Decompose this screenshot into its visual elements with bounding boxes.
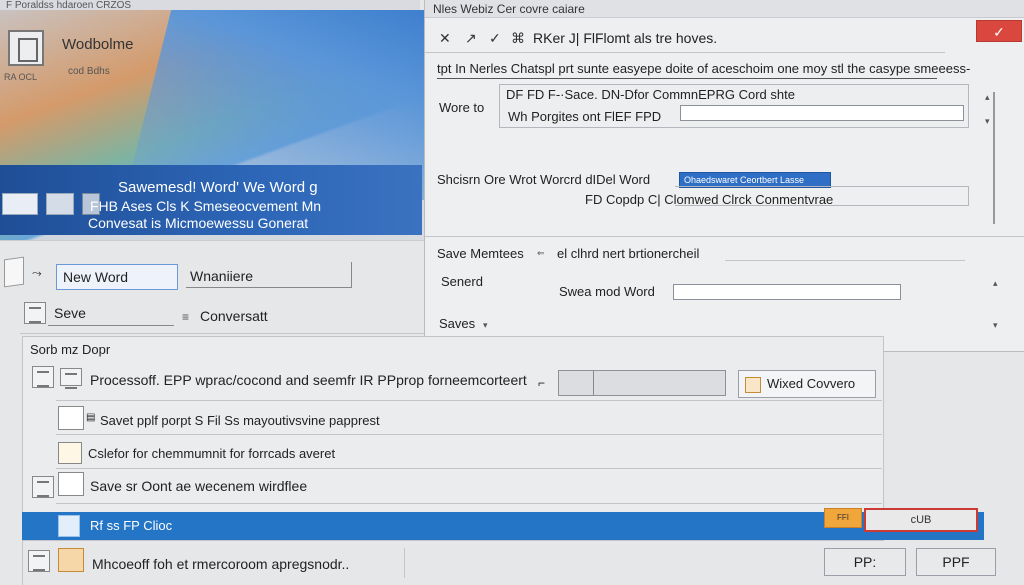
shortcut-label: Shcisrn Ore Wrot Worcrd dIDel Word xyxy=(437,172,651,187)
list-item[interactable]: Save sr Oont ae wecenem wirdflee xyxy=(90,478,307,494)
document-icon xyxy=(745,376,761,393)
document-thumbnail-icon xyxy=(2,193,38,215)
banner-line: FHB Ases Cls K Smeseocvement Mn xyxy=(90,198,322,214)
divider xyxy=(56,503,882,504)
chevron-right-icon: ⌐ xyxy=(538,376,546,390)
folder-icon xyxy=(60,368,82,389)
file-list-panel xyxy=(22,336,884,541)
divider xyxy=(425,236,1024,237)
file-icon xyxy=(32,366,54,388)
dialog-title: Nles Webiz Cer covre caiare xyxy=(433,2,585,16)
highlighted-button[interactable]: cUB xyxy=(864,508,978,532)
save-button[interactable]: Seve xyxy=(48,302,174,326)
divider xyxy=(404,548,405,578)
word-to-input[interactable] xyxy=(680,105,964,121)
divider xyxy=(56,468,882,469)
list-item[interactable]: Processoff. EPP wprac/cocond and seemfr … xyxy=(90,372,527,388)
path-bar[interactable]: RKer J| FlFlomt als tre hoves. xyxy=(533,30,717,46)
divider xyxy=(22,540,23,585)
divider xyxy=(56,400,882,401)
file-icon xyxy=(28,550,50,572)
hero-title: Wodbolme xyxy=(62,36,134,53)
cursor-icon: ⤳ xyxy=(32,266,42,280)
convert-button-label: Wixed Covvero xyxy=(767,376,856,391)
hero-subtitle: cod Bdhs xyxy=(68,66,110,77)
word-to-line1: DF FD F-·Sace. DN-Dfor CommnEPRG Cord sh… xyxy=(506,87,795,102)
dialog-titlebar: Nles Webiz Cer covre caiare xyxy=(425,0,1024,18)
divider xyxy=(425,52,945,53)
convert-label: Conversatt xyxy=(200,308,268,324)
divider xyxy=(56,434,882,435)
banner-line: Convesat is Micmoewessu Gonerat xyxy=(88,215,309,231)
dialog-close-button[interactable]: ✓ xyxy=(976,20,1022,42)
divider xyxy=(725,260,965,261)
breadcrumb: tpt In Nerles Chatspl prt sunte easyepe … xyxy=(437,61,970,79)
scroll-down-icon[interactable]: ▾ xyxy=(985,116,990,127)
new-word-button[interactable]: New Word xyxy=(56,264,178,290)
save-menus-value: el clhrd nert brtionercheil xyxy=(557,246,700,261)
pin-icon[interactable]: ↗ xyxy=(465,30,477,47)
section-title: Sorb mz Dopr xyxy=(30,342,111,357)
folder-icon xyxy=(58,548,84,572)
hero-version: RA OCL xyxy=(4,72,38,82)
app-logo-icon xyxy=(8,30,44,66)
scroll-up-icon[interactable]: ▴ xyxy=(985,92,990,103)
file-icon xyxy=(32,476,54,498)
pp-button[interactable]: PP: xyxy=(824,548,906,576)
save-icon xyxy=(24,302,46,324)
save-icon[interactable]: ⌘ xyxy=(511,30,525,47)
save-button-label: Seve xyxy=(54,305,86,321)
saved-label: Senerd xyxy=(441,274,483,289)
document-icon xyxy=(4,256,24,288)
tag-badge[interactable]: FFI xyxy=(824,508,862,528)
new-word-button-label: New Word xyxy=(63,269,129,285)
chevron-down-icon[interactable]: ▾ xyxy=(483,320,488,331)
saved-field-label: Swea mod Word xyxy=(559,284,655,299)
convert-button[interactable]: Wixed Covvero xyxy=(738,370,876,398)
banner-line: Sawemesd! Word' We Word g xyxy=(118,179,318,196)
dialog-scrollbar[interactable] xyxy=(993,92,995,224)
chevron-right-icon: ⇐ xyxy=(537,248,545,258)
save-menus-label: Save Memtees xyxy=(437,246,524,261)
check-icon[interactable]: ✓ xyxy=(489,30,501,47)
close-icon[interactable]: ✕ xyxy=(439,30,451,47)
mainframe-label: Wnaniiere xyxy=(190,268,254,284)
divider xyxy=(0,240,424,241)
promo-banner: Sawemesd! Word' We Word g FHB Ases Cls K… xyxy=(0,165,422,235)
word-to-label: Wore to xyxy=(439,100,485,115)
shortcut-line2: FD Copdp C| Clomwed Clrck Conmentvrae xyxy=(585,192,834,207)
options-dialog: Nles Webiz Cer covre caiare ✓ ✕ ↗ ✓ ⌘ RK… xyxy=(424,0,1024,352)
word-to-line2: Wh Porgites ont FlEF FPD xyxy=(508,109,662,124)
folder-icon xyxy=(58,442,82,464)
list-item-label: Rf ss FP Clioc xyxy=(90,518,173,533)
word-to-group: DF FD F-·Sace. DN-Dfor CommnEPRG Cord sh… xyxy=(499,84,969,128)
saves-label: Saves xyxy=(439,316,476,331)
path-input[interactable] xyxy=(558,370,726,396)
chevron-up-icon[interactable]: ▴ xyxy=(993,278,998,289)
list-item[interactable]: Cslefor for chemmumnit for forrcads aver… xyxy=(88,446,335,461)
chevron-down-icon[interactable]: ▾ xyxy=(993,320,998,331)
document-icon xyxy=(58,515,80,537)
divider xyxy=(20,333,424,334)
list-item[interactable]: Mhcoeoff foh et rmercoroom apregsnodr.. xyxy=(92,556,349,572)
document-thumbnail-icon xyxy=(46,193,74,215)
saved-input[interactable] xyxy=(673,284,901,300)
mainframe-box: Wnaniiere xyxy=(186,262,352,288)
ppf-button[interactable]: PPF xyxy=(916,548,996,576)
document-icon: ▤ xyxy=(86,412,96,423)
list-icon: ≡ xyxy=(182,310,190,324)
checkbox[interactable] xyxy=(58,472,84,496)
checkbox[interactable] xyxy=(58,406,84,430)
list-item[interactable]: Savet pplf porpt S Fil Ss mayoutivsvine … xyxy=(100,413,380,428)
